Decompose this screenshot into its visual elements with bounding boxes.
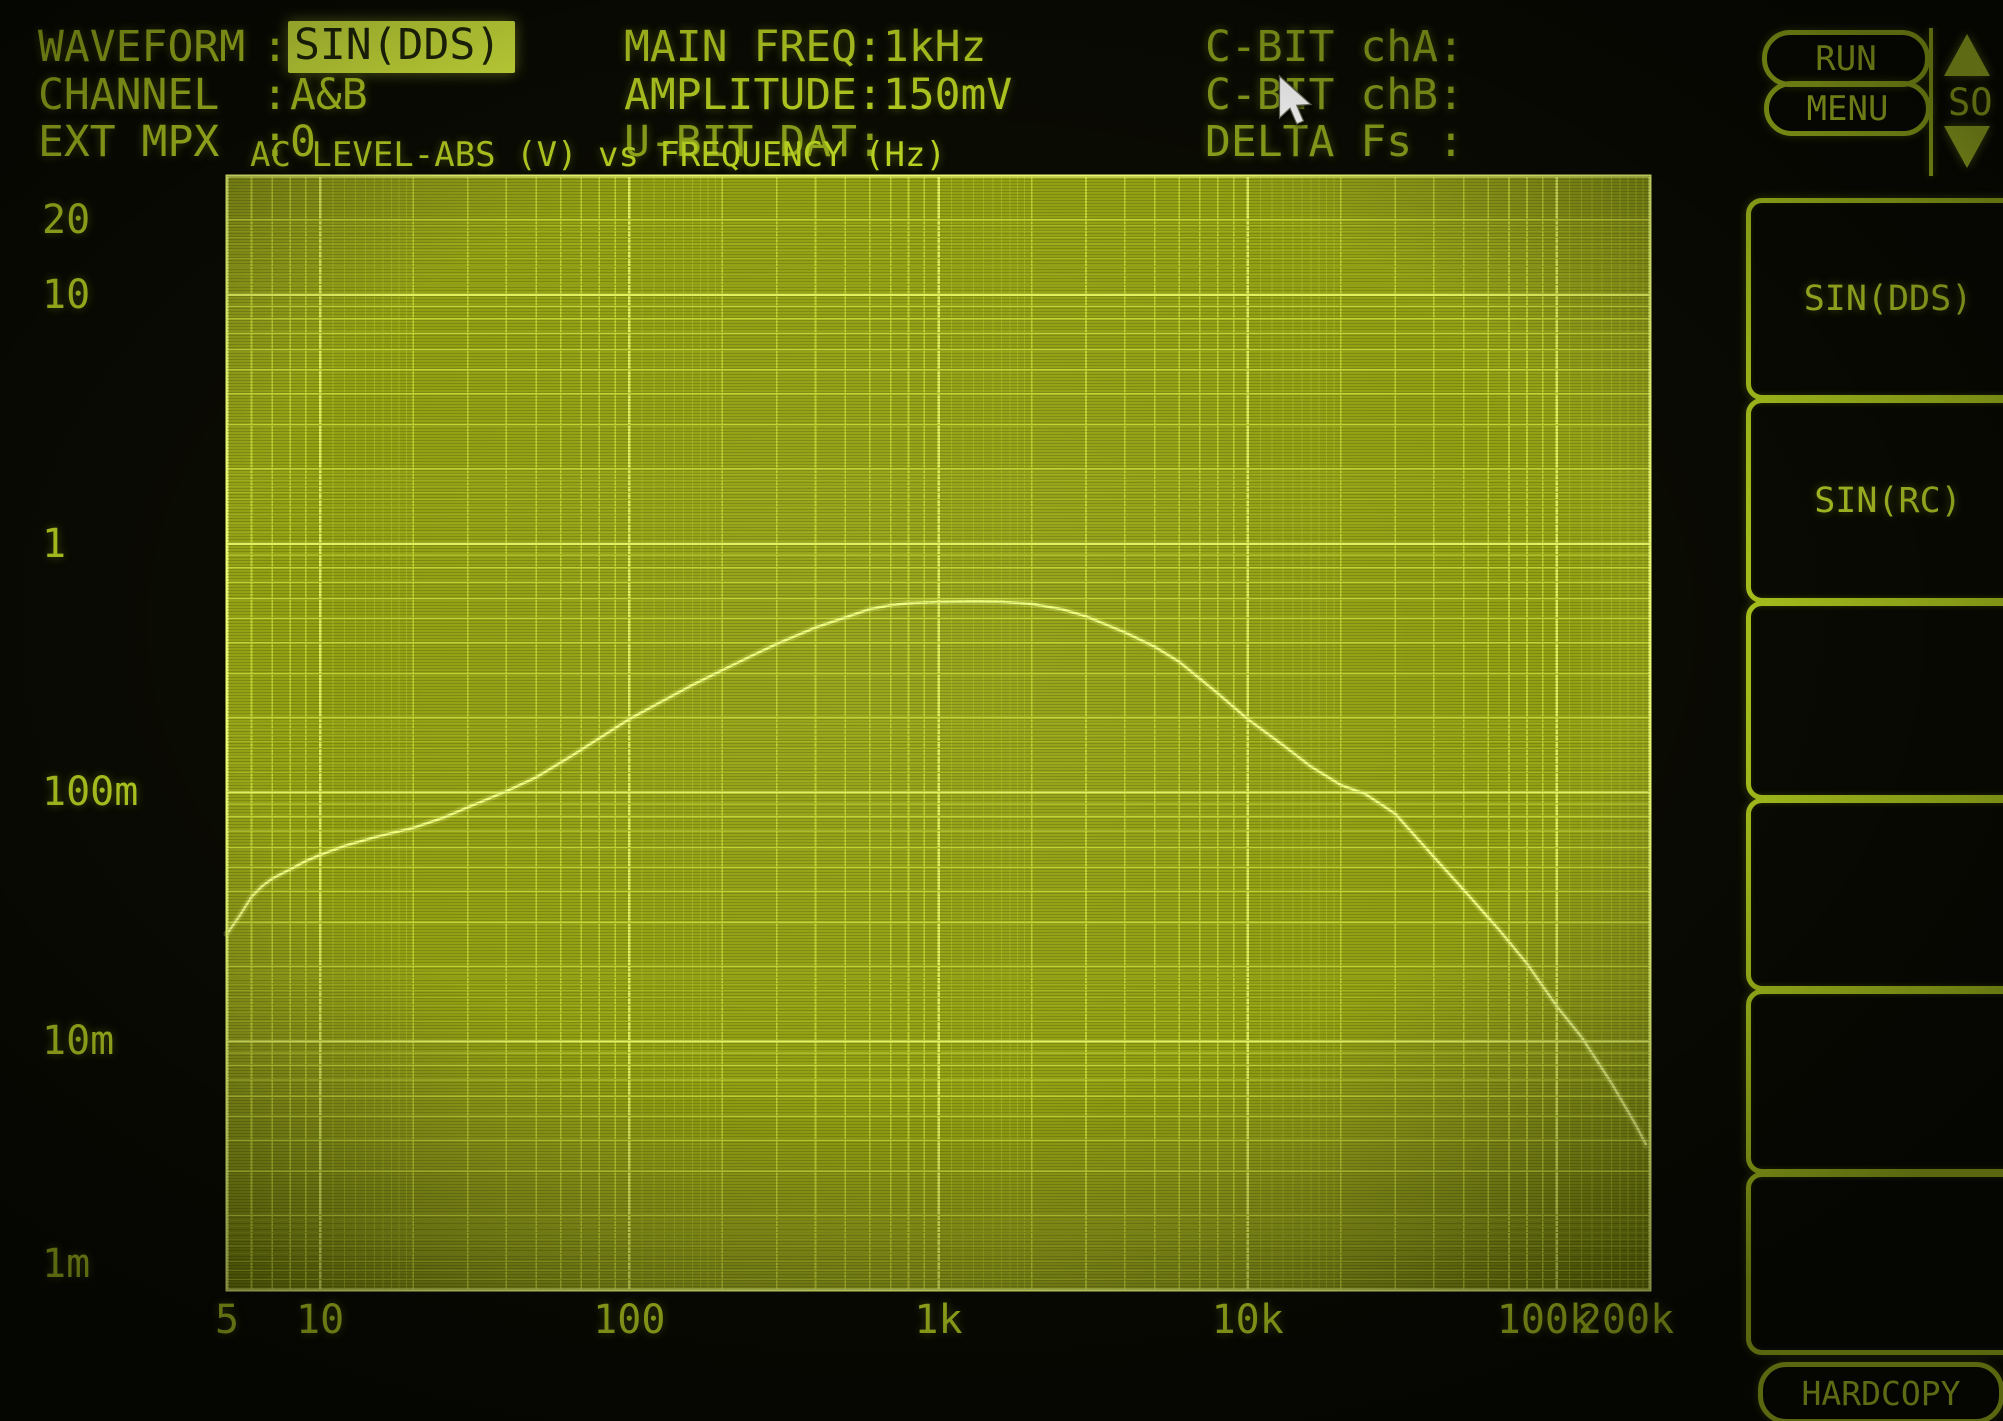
frequency-response-chart bbox=[223, 174, 1652, 1292]
menu-button[interactable]: MENU bbox=[1764, 81, 1931, 136]
softkey-sin-dds-label: SIN(DDS) bbox=[1803, 279, 1973, 319]
x-tick-label: 1k bbox=[914, 1297, 963, 1343]
y-tick-label: 1m bbox=[42, 1241, 91, 1287]
waveform-colon: : bbox=[262, 22, 288, 72]
menu-button-label: MENU bbox=[1806, 88, 1889, 129]
main-freq-field[interactable]: MAIN FREQ:1kHz bbox=[624, 26, 986, 69]
softkey-6[interactable] bbox=[1746, 1172, 2003, 1355]
softkey-sin-dds[interactable]: SIN(DDS) bbox=[1746, 198, 2003, 400]
waveform-label: WAVEFORM bbox=[38, 22, 246, 72]
hardcopy-button-label: HARDCOPY bbox=[1801, 1373, 1961, 1413]
x-tick-label: 200k bbox=[1577, 1297, 1675, 1343]
amplitude-field[interactable]: AMPLITUDE:150mV bbox=[624, 74, 1012, 117]
y-tick-label: 10m bbox=[42, 1018, 115, 1065]
channel-label: CHANNEL bbox=[38, 70, 220, 120]
c-bit-cha-field: C-BIT chA: bbox=[1205, 22, 1464, 72]
scroll-up-icon[interactable] bbox=[1944, 34, 1990, 76]
instrument-screen: WAVEFORM : SIN(DDS) CHANNEL : A&B EXT MP… bbox=[0, 0, 2003, 1421]
run-button[interactable]: RUN bbox=[1762, 30, 1930, 87]
x-tick-label: 5 bbox=[214, 1297, 240, 1343]
channel-value-field[interactable]: A&B bbox=[290, 74, 368, 117]
x-tick-label: 10k bbox=[1211, 1297, 1284, 1343]
softkey-sin-rc-label: SIN(RC) bbox=[1814, 480, 1962, 521]
y-tick-label: 20 bbox=[42, 196, 91, 243]
delta-fs-field: DELTA Fs : bbox=[1205, 117, 1464, 167]
x-tick-label: 100 bbox=[593, 1297, 666, 1343]
softkey-4[interactable] bbox=[1746, 798, 2003, 991]
softkey-3[interactable] bbox=[1746, 601, 2003, 800]
hardcopy-button[interactable]: HARDCOPY bbox=[1758, 1362, 2003, 1421]
x-tick-label: 10 bbox=[295, 1297, 345, 1343]
scroll-separator-line bbox=[1929, 28, 1933, 176]
scroll-label: SO bbox=[1948, 81, 1993, 124]
channel-colon: : bbox=[262, 70, 288, 120]
y-tick-label: 1 bbox=[42, 520, 67, 567]
scroll-down-icon[interactable] bbox=[1944, 126, 1990, 168]
c-bit-chb-field: C-BIT chB: bbox=[1205, 70, 1464, 120]
run-button-label: RUN bbox=[1815, 38, 1877, 79]
chart-title: AC LEVEL-ABS (V) vs FREQUENCY (Hz) bbox=[250, 135, 946, 175]
waveform-value-field[interactable]: SIN(DDS) bbox=[288, 21, 516, 73]
softkey-sin-rc[interactable]: SIN(RC) bbox=[1746, 398, 2003, 603]
mouse-cursor-icon bbox=[1278, 74, 1313, 125]
y-tick-label: 100m bbox=[42, 769, 139, 816]
y-tick-label: 10 bbox=[42, 271, 91, 318]
ext-mpx-label: EXT MPX bbox=[38, 117, 220, 167]
softkey-5[interactable] bbox=[1746, 989, 2003, 1174]
